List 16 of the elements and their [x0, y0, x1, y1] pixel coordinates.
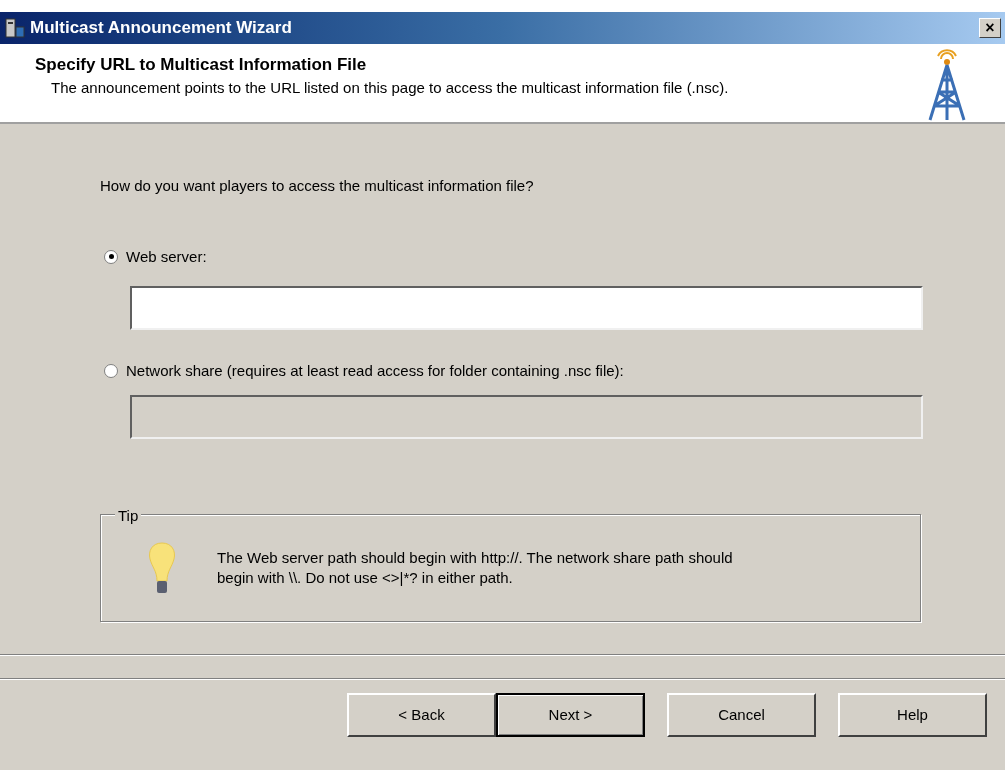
radio-label: Network share (requires at least read access for folder containing .nsc file):	[126, 361, 624, 381]
dialog-button[interactable]: Cancel	[667, 693, 816, 737]
radio-button[interactable]	[104, 249, 118, 264]
radio-button[interactable]	[104, 364, 118, 379]
question-text: How do you want players to access the multicast information file?	[100, 176, 535, 196]
input-field[interactable]	[130, 286, 923, 330]
page-title: Specify URL to Multicast Information File	[35, 54, 368, 76]
dialog-button[interactable]: < Back	[347, 693, 496, 737]
window-title: Multicast Announcement Wizard	[30, 17, 292, 40]
dialog-button[interactable]: Help	[838, 693, 987, 737]
tip-text: The Web server path should begin with http://. The network share path should begin with \\. Do not use <>|*? in either path.	[217, 547, 734, 588]
app-icon	[4, 17, 26, 39]
radio-label: Web server:	[126, 246, 207, 267]
page-description: The announcement points to the URL listed on this page to access the multicast information file (.nsc).	[50, 77, 730, 97]
dialog-button[interactable]: Next >	[496, 693, 645, 737]
close-button[interactable]: ×	[979, 18, 1001, 38]
